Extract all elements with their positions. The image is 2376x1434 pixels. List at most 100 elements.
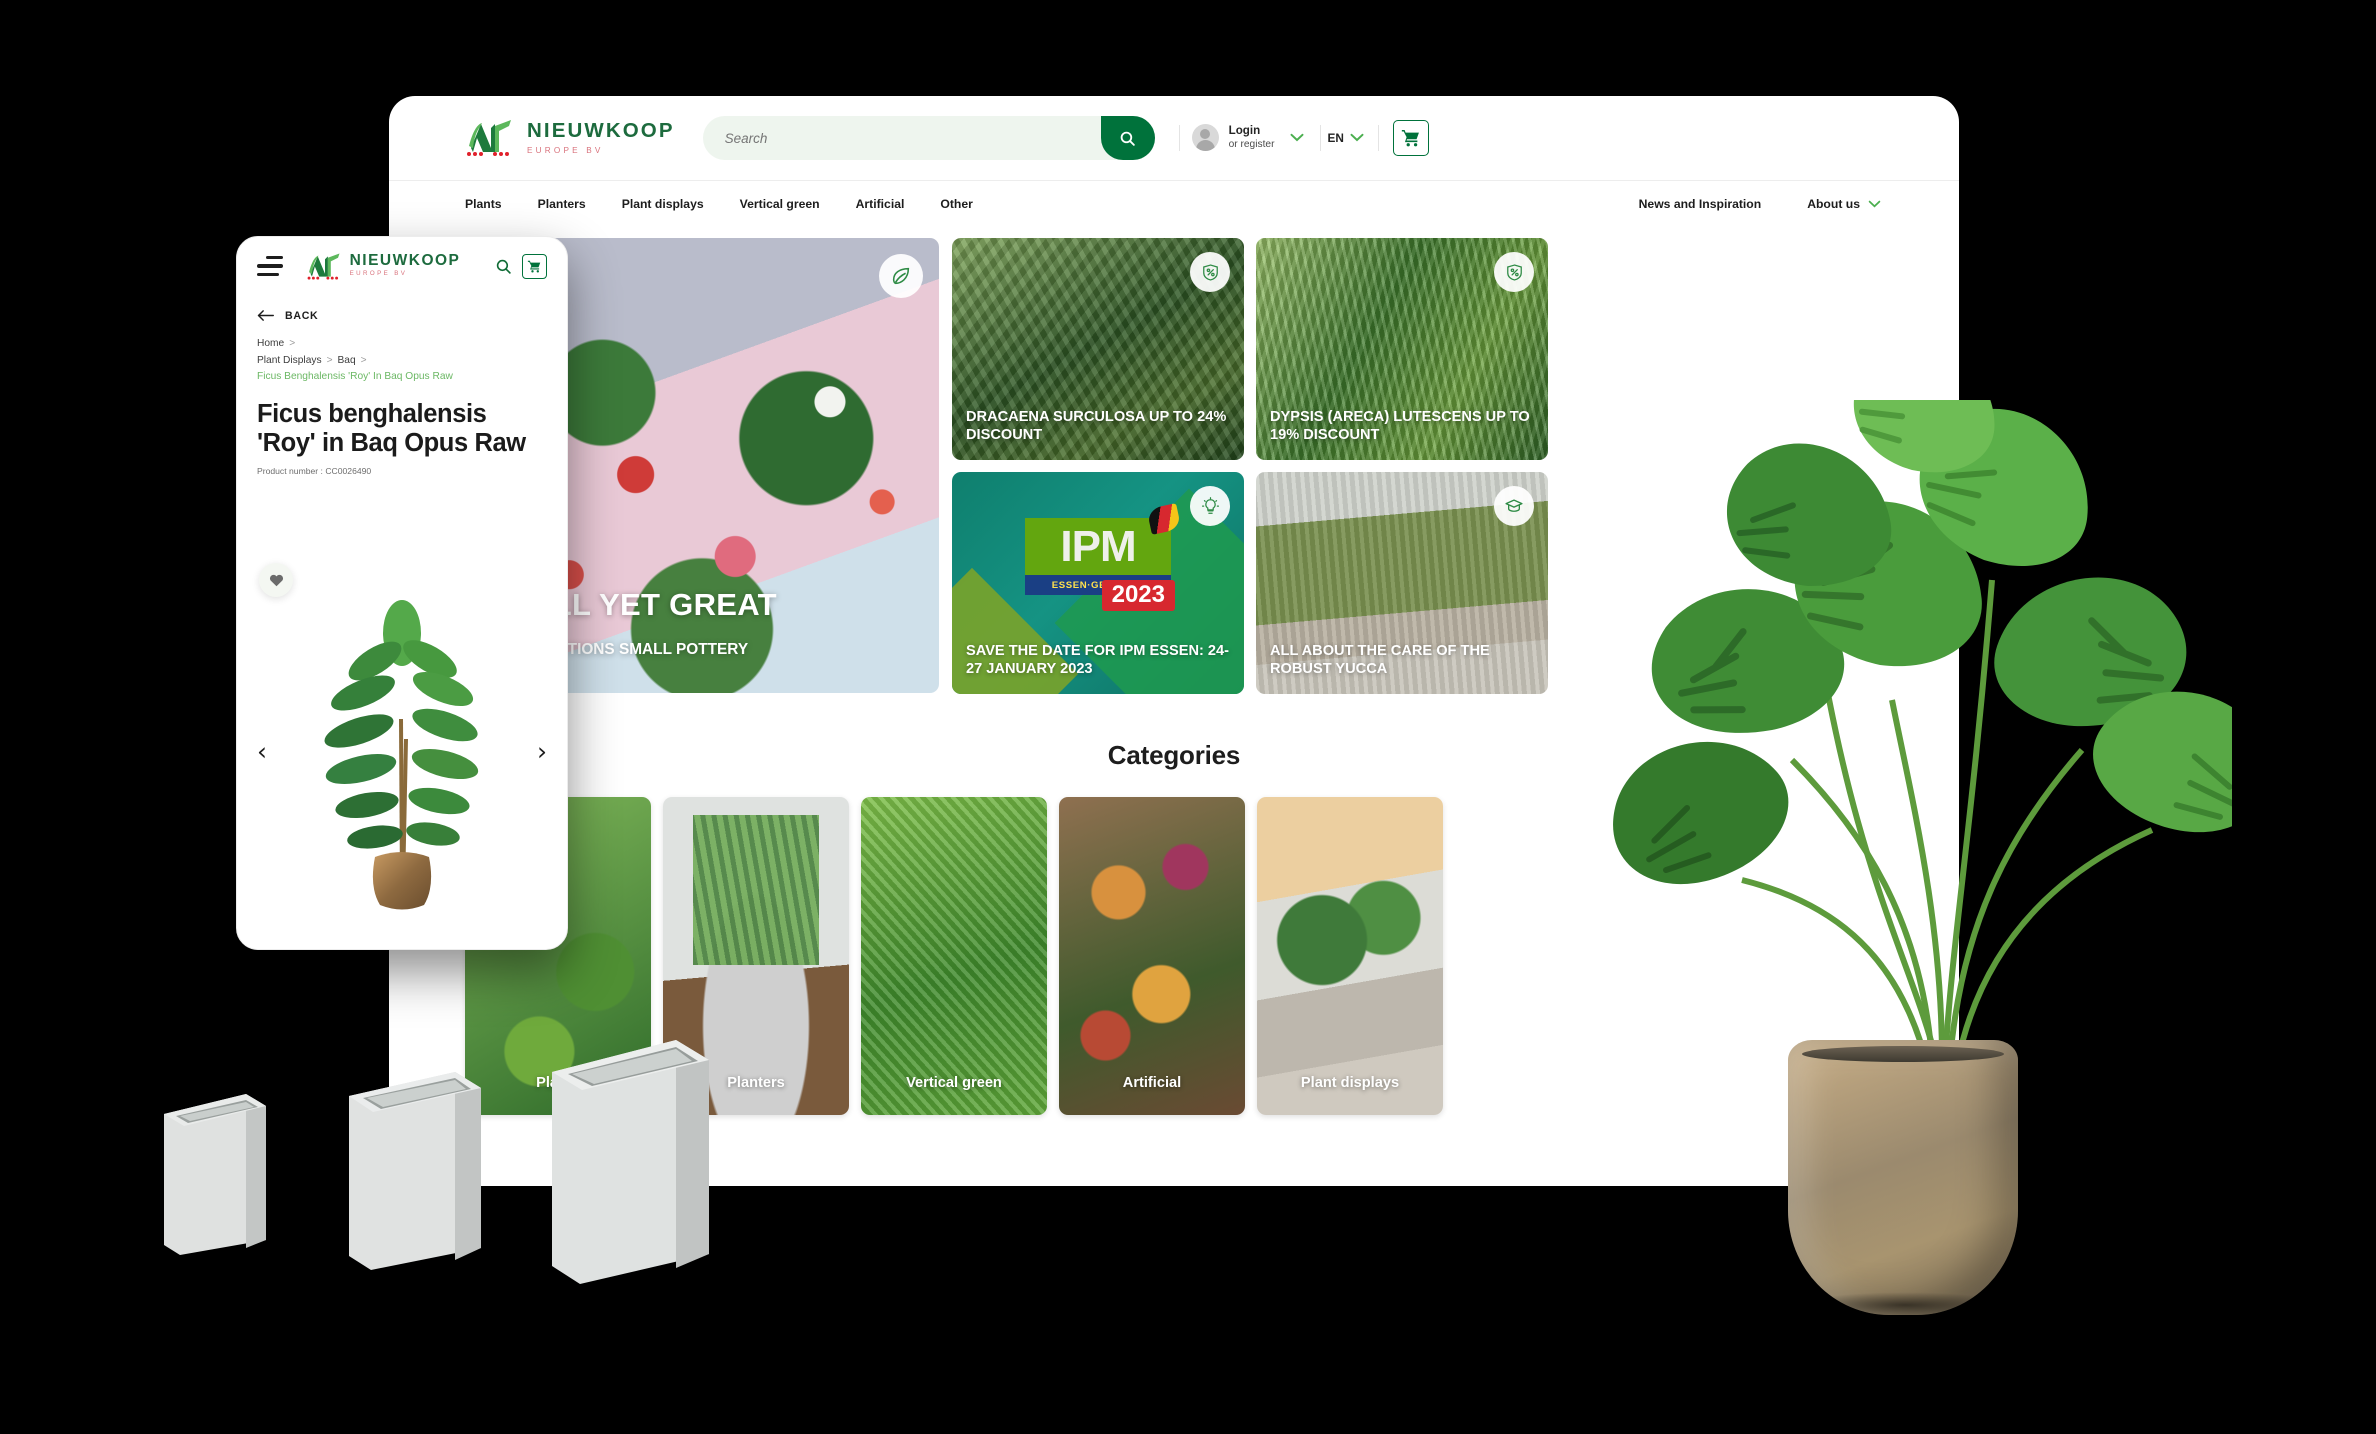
nav-item-artificial[interactable]: Artificial xyxy=(856,197,905,211)
nav-item-vertical-green[interactable]: Vertical green xyxy=(740,197,820,211)
plant-displays-image xyxy=(1257,797,1443,1115)
search-icon xyxy=(1120,131,1135,146)
divider xyxy=(1377,125,1379,151)
hamburger-menu-icon[interactable] xyxy=(257,256,283,276)
category-card-plant-displays-label: Plant displays xyxy=(1300,1075,1400,1091)
product-pot xyxy=(372,852,432,910)
discount-tag-icon xyxy=(1190,252,1230,292)
shopping-cart-icon xyxy=(527,260,541,273)
nav-item-planters[interactable]: Planters xyxy=(538,197,586,211)
nav-item-about-us[interactable]: About us xyxy=(1807,197,1881,211)
category-card-plant-displays[interactable]: Plant displays xyxy=(1257,797,1443,1115)
nieuwkoop-logo-icon xyxy=(306,252,344,281)
planter-cube-medium xyxy=(345,1060,485,1275)
login-label: Login xyxy=(1228,124,1261,138)
header-actions: Login or register EN xyxy=(1178,120,1429,156)
mobile-site-logo[interactable]: NIEUWKOOP EUROPE BV xyxy=(306,252,461,281)
product-number: Product number : CC0026490 xyxy=(237,459,567,476)
breadcrumb-item-baq[interactable]: Baq xyxy=(338,355,356,366)
product-number-value: CC0026490 xyxy=(325,465,372,476)
product-title: Ficus benghalensis 'Roy' in Baq Opus Raw xyxy=(257,399,526,458)
account-chevron-down-icon[interactable] xyxy=(1290,129,1304,147)
nav-item-about-us-label: About us xyxy=(1807,196,1860,211)
breadcrumb-current: Ficus Benghalensis 'Roy' In Baq Opus Raw xyxy=(257,371,453,383)
monstera-planter-pot xyxy=(1788,1040,2018,1315)
site-header: NIEUWKOOP EUROPE BV Login xyxy=(389,96,1959,180)
category-card-artificial-label: Artificial xyxy=(1122,1075,1182,1091)
nav-item-plants[interactable]: Plants xyxy=(465,197,502,211)
nav-secondary: News and Inspiration About us xyxy=(1593,197,1959,211)
mobile-brand-name: NIEUWKOOP xyxy=(349,251,461,269)
breadcrumb: Home > Plant Displays > Baq > Ficus Benghale… xyxy=(237,322,567,386)
breadcrumb-separator: > xyxy=(360,354,367,366)
promo-tile-ipm-title: SAVE THE DATE FOR IPM ESSEN: 24-27 JANUA… xyxy=(966,642,1229,677)
logo-wordmark: NIEUWKOOP EUROPE BV xyxy=(527,121,675,158)
about-us-chevron-down-icon xyxy=(1868,200,1881,207)
discount-tag-icon xyxy=(1494,252,1534,292)
language-selector[interactable]: EN xyxy=(1321,131,1349,145)
category-card-artificial[interactable]: Artificial xyxy=(1059,797,1245,1115)
promo-tile-dypsis-title: DYPSIS (ARECA) LUTESCENS UP TO 19% DISCO… xyxy=(1270,408,1530,443)
arrow-left-icon xyxy=(257,310,274,321)
category-card-vertical-green-label: Vertical green xyxy=(906,1075,1002,1091)
nav-item-other[interactable]: Other xyxy=(940,197,973,211)
promo-tile-yucca[interactable]: ALL ABOUT THE CARE OF THE ROBUST YUCCA xyxy=(1256,472,1548,694)
account-button[interactable]: Login or register xyxy=(1180,124,1291,152)
chevron-right-icon[interactable]: › xyxy=(537,739,547,764)
mobile-back-button[interactable]: BACK xyxy=(237,295,567,322)
nav-item-news-and-inspiration[interactable]: News and Inspiration xyxy=(1639,197,1762,211)
language-chevron-down-icon[interactable] xyxy=(1350,129,1364,147)
breadcrumb-item-home[interactable]: Home xyxy=(257,338,284,349)
promo-tiles-column: DRACAENA SURCULOSA UP TO 24% DISCOUNT DY… xyxy=(952,238,1548,694)
product-image-ficus-benghalensis[interactable] xyxy=(297,589,507,915)
mobile-back-label: BACK xyxy=(285,309,319,322)
shopping-cart-icon xyxy=(1401,129,1419,147)
promo-tile-yucca-title: ALL ABOUT THE CARE OF THE ROBUST YUCCA xyxy=(1270,642,1490,677)
register-label: or register xyxy=(1228,138,1275,150)
artificial-image xyxy=(1059,797,1245,1115)
promo-tiles-row-2: IPM ESSEN·GERMANY 2023 SAVE THE DATE FOR… xyxy=(952,472,1548,694)
search-area xyxy=(702,116,1155,160)
leaf-icon xyxy=(879,254,923,298)
mobile-header: NIEUWKOOP EUROPE BV xyxy=(237,237,567,295)
mobile-cart-button[interactable] xyxy=(522,253,547,279)
breadcrumb-item-plant-displays[interactable]: Plant Displays xyxy=(257,355,322,366)
site-logo[interactable]: NIEUWKOOP EUROPE BV xyxy=(465,118,675,158)
promo-tile-ipm[interactable]: IPM ESSEN·GERMANY 2023 SAVE THE DATE FOR… xyxy=(952,472,1244,694)
nieuwkoop-logo-icon xyxy=(465,118,517,158)
breadcrumb-separator: > xyxy=(326,354,333,366)
search-button[interactable] xyxy=(1100,116,1155,160)
nav-item-plant-displays[interactable]: Plant displays xyxy=(622,197,704,211)
chevron-left-icon[interactable]: ‹ xyxy=(257,739,267,764)
user-avatar-icon xyxy=(1191,124,1219,152)
promo-tile-dracaena-title: DRACAENA SURCULOSA UP TO 24% DISCOUNT xyxy=(966,408,1227,443)
planter-cube-large xyxy=(548,1030,713,1290)
product-image-gallery: ‹ › xyxy=(237,589,567,919)
cart-button[interactable] xyxy=(1392,120,1429,156)
mobile-brand-tagline: EUROPE BV xyxy=(349,270,408,278)
breadcrumb-separator: > xyxy=(289,338,296,349)
pot-shadow xyxy=(1800,1292,2010,1318)
category-card-vertical-green[interactable]: Vertical green xyxy=(861,797,1047,1115)
promo-tile-dypsis[interactable]: DYPSIS (ARECA) LUTESCENS UP TO 19% DISCO… xyxy=(1256,238,1548,460)
vertical-green-image xyxy=(861,797,1047,1115)
planter-cube-small xyxy=(160,1080,270,1260)
ipm-logo: IPM ESSEN·GERMANY 2023 xyxy=(1025,503,1182,611)
mobile-device-overlay: NIEUWKOOP EUROPE BV BACK Home > Plant Di… xyxy=(236,236,568,950)
product-number-label: Product number : xyxy=(257,465,323,476)
graduation-cap-icon xyxy=(1494,486,1534,526)
ipm-logo-year: 2023 xyxy=(1101,580,1175,611)
promo-tile-dracaena[interactable]: DRACAENA SURCULOSA UP TO 24% DISCOUNT xyxy=(952,238,1244,460)
brand-name: NIEUWKOOP xyxy=(527,119,675,143)
promo-tiles-row-1: DRACAENA SURCULOSA UP TO 24% DISCOUNT DY… xyxy=(952,238,1548,460)
heart-icon xyxy=(269,574,283,587)
mobile-logo-wordmark: NIEUWKOOP EUROPE BV xyxy=(350,253,461,281)
search-icon[interactable] xyxy=(495,258,512,275)
brand-tagline: EUROPE BV xyxy=(527,145,604,155)
lightbulb-icon xyxy=(1190,486,1230,526)
account-labels: Login or register xyxy=(1229,124,1275,151)
search-input[interactable] xyxy=(702,116,1155,160)
mobile-header-icons xyxy=(495,253,547,279)
main-navigation: Plants Planters Plant displays Vertical … xyxy=(389,180,1959,226)
screenshot-stage: NIEUWKOOP EUROPE BV Login xyxy=(0,0,2376,1434)
